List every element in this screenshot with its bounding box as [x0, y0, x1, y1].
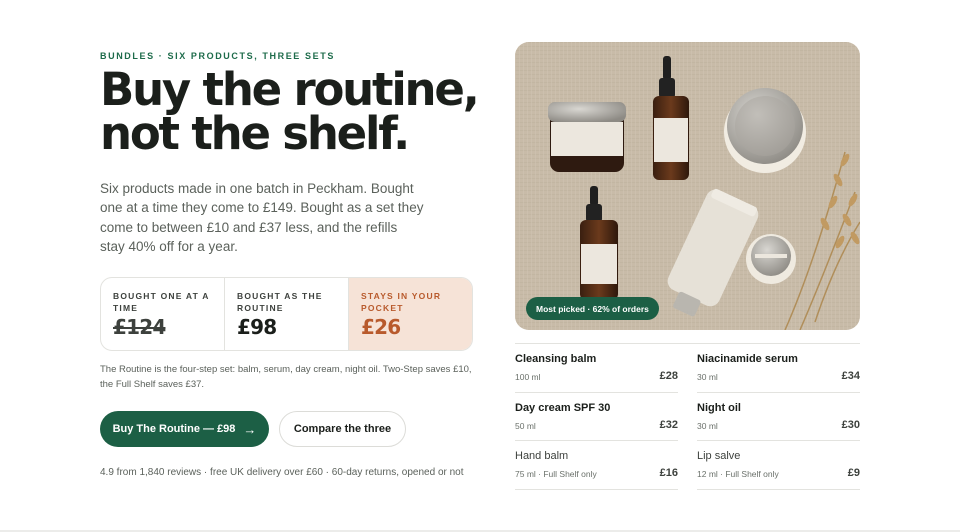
product-price: £9 [847, 467, 860, 479]
price-cell-savings: STAYS IN YOUR POCKET £26 [348, 278, 472, 350]
product-price: £16 [659, 467, 678, 479]
product-list: Cleansing balm 100 ml £28 Niacinamide se… [515, 343, 860, 490]
compare-sets-button[interactable]: Compare the three [279, 411, 406, 447]
eyebrow: BUNDLES · SIX PRODUCTS, THREE SETS [100, 51, 335, 61]
product-size: 75 ml · Full Shelf only [515, 469, 597, 479]
product-item[interactable]: Day cream SPF 30 50 ml £32 [515, 393, 678, 441]
product-size: 50 ml [515, 420, 536, 431]
product-name: Night oil [697, 401, 741, 414]
product-item[interactable]: Hand balm 75 ml · Full Shelf only £16 [515, 441, 678, 490]
buy-routine-button[interactable]: Buy The Routine — £98 → [100, 411, 269, 447]
price-cell-routine: BOUGHT AS THE ROUTINE £98 [224, 278, 348, 350]
page-title: Buy the routine, not the shelf. [100, 63, 480, 160]
most-picked-badge: Most picked · 62% of orders [526, 297, 659, 320]
price-label: BOUGHT ONE AT A TIME [113, 291, 210, 313]
product-item[interactable]: Night oil 30 ml £30 [697, 393, 860, 441]
product-photo-illustration [515, 42, 860, 330]
product-photo: Most picked · 62% of orders [515, 42, 860, 330]
product-price: £34 [841, 370, 860, 382]
product-price: £28 [659, 370, 678, 382]
product-name: Cleansing balm [515, 353, 597, 365]
bundle-footnote: The Routine is the four-step set: balm, … [100, 364, 472, 390]
price-value: £124 [113, 315, 166, 339]
product-size: 12 ml · Full Shelf only [697, 469, 779, 479]
product-item[interactable]: Niacinamide serum 30 ml £34 [697, 344, 860, 393]
price-label: BOUGHT AS THE ROUTINE [237, 291, 323, 313]
product-size: 30 ml [697, 372, 718, 382]
price-value: £98 [237, 315, 277, 339]
page-title-line-2: not the shelf. [100, 107, 410, 160]
product-name: Lip salve [697, 450, 741, 462]
product-size: 30 ml [697, 420, 718, 431]
price-cell-individual: BOUGHT ONE AT A TIME £124 [101, 278, 224, 350]
product-name: Niacinamide serum [697, 353, 798, 365]
product-price: £30 [841, 418, 860, 431]
small-tin-icon [746, 234, 796, 284]
price-value: £26 [361, 315, 401, 339]
trust-line: 4.9 from 1,840 reviews · free UK deliver… [100, 467, 464, 478]
price-label: STAYS IN YOUR POCKET [361, 291, 442, 313]
product-size: 100 ml [515, 372, 541, 382]
product-item[interactable]: Cleansing balm 100 ml £28 [515, 344, 678, 393]
product-name: Day cream SPF 30 [515, 401, 611, 414]
arrow-right-icon: → [243, 421, 257, 437]
product-name: Hand balm [515, 450, 569, 462]
hero-description: Six products made in one batch in Peckha… [100, 181, 424, 254]
price-comparison: BOUGHT ONE AT A TIME £124 BOUGHT AS THE … [100, 277, 473, 351]
page-title-line-1: Buy the routine, [100, 63, 480, 116]
buy-routine-label: Buy The Routine — £98 [112, 423, 236, 435]
compare-sets-label: Compare the three [293, 423, 392, 435]
product-item[interactable]: Lip salve 12 ml · Full Shelf only £9 [697, 441, 860, 490]
jar-icon [548, 102, 626, 172]
product-price: £32 [659, 418, 678, 431]
